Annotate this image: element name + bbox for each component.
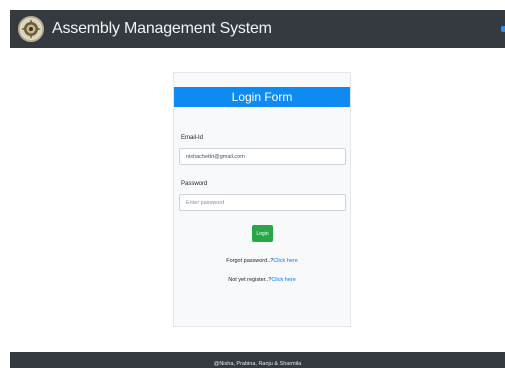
password-field[interactable] <box>179 194 346 211</box>
emblem-logo-icon[interactable] <box>18 16 44 42</box>
page: Assembly Management System Login Form Em… <box>0 0 505 368</box>
login-button[interactable]: Login <box>252 225 273 242</box>
footer-credits: @Nisha, Prabina, Ranju & Sharmila <box>213 361 302 367</box>
register-link[interactable]: Click here <box>271 277 295 283</box>
footer: @Nisha, Prabina, Ranju & Sharmila <box>10 352 505 368</box>
register-text: Not yet register..? <box>228 277 272 283</box>
top-navbar: Assembly Management System <box>10 10 505 48</box>
forgot-password-line: Forgot password..?Click here <box>174 257 350 265</box>
email-field[interactable] <box>179 148 346 165</box>
app-title[interactable]: Assembly Management System <box>52 19 272 39</box>
login-form-title: Login Form <box>174 87 350 107</box>
email-label: Email-Id <box>181 135 204 141</box>
navbar-toggle-edge[interactable] <box>501 26 505 32</box>
forgot-password-link[interactable]: Click here <box>273 258 297 264</box>
forgot-password-text: Forgot password..? <box>226 258 274 264</box>
register-line: Not yet register..?Click here <box>174 276 350 284</box>
login-card: Login Form Email-Id Password Login Forgo… <box>173 72 351 327</box>
password-label: Password <box>181 181 208 187</box>
